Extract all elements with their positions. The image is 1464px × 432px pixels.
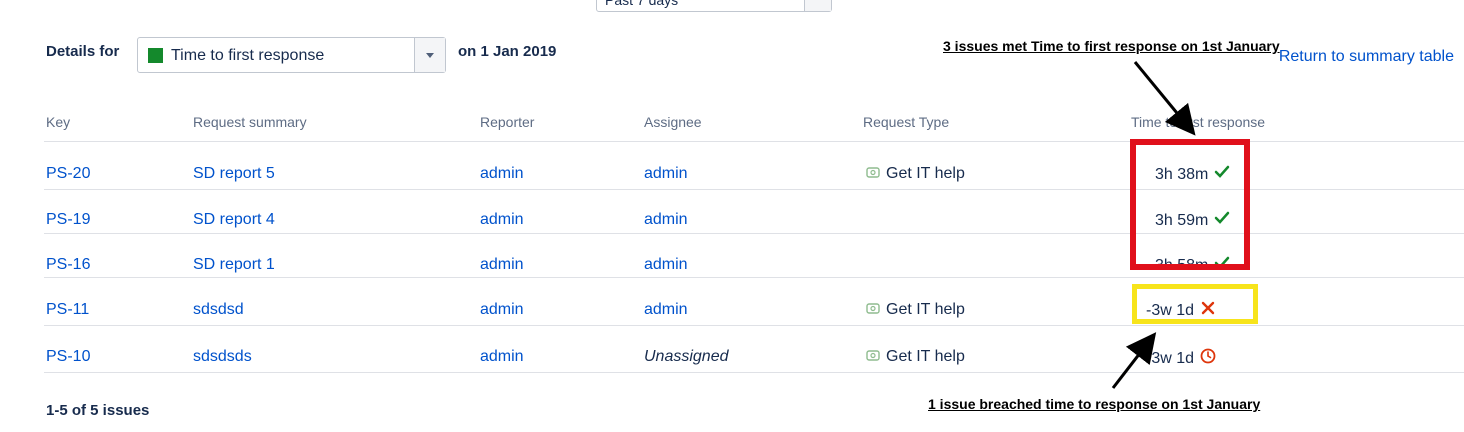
annotation-arrows <box>1111 61 1196 389</box>
arrow-to-met <box>1133 61 1196 136</box>
arrow-to-breached <box>1111 332 1157 389</box>
